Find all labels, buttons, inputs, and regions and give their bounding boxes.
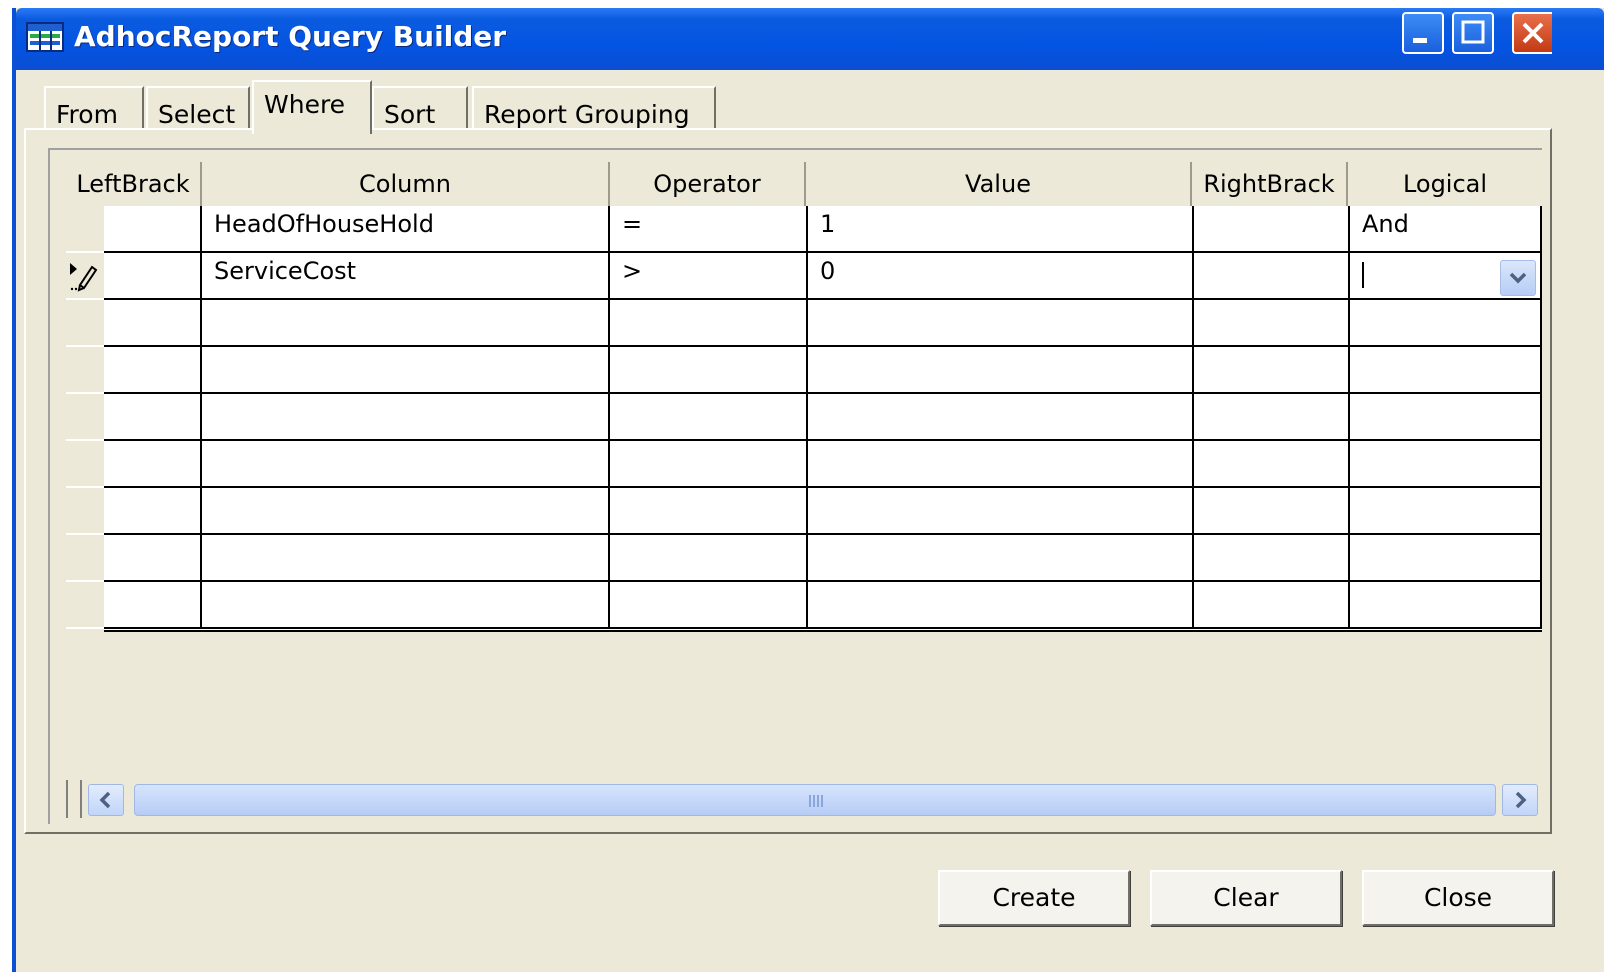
- cell-leftbrack[interactable]: [104, 394, 202, 441]
- cell-value[interactable]: 0: [808, 253, 1194, 300]
- column-header-leftbrack[interactable]: LeftBrack: [66, 162, 202, 206]
- cell-logical[interactable]: And: [1350, 206, 1542, 253]
- scroll-right-button[interactable]: [1502, 784, 1538, 816]
- cell-value[interactable]: 1: [808, 206, 1194, 253]
- cell-rightbrack[interactable]: [1194, 488, 1350, 535]
- maximize-button[interactable]: [1452, 12, 1494, 54]
- horizontal-scrollbar-thumb[interactable]: [134, 784, 1496, 816]
- minimize-icon: [1413, 38, 1427, 43]
- cell-value[interactable]: [808, 300, 1194, 347]
- cell-logical[interactable]: [1350, 300, 1542, 347]
- close-icon: [1522, 22, 1544, 44]
- cell-logical[interactable]: [1350, 347, 1542, 394]
- cell-value[interactable]: [808, 535, 1194, 582]
- cell-column[interactable]: [202, 441, 610, 488]
- cell-logical[interactable]: [1350, 488, 1542, 535]
- tab-where[interactable]: Where: [252, 80, 372, 134]
- pencil-edit-icon: [70, 263, 98, 292]
- cell-operator[interactable]: [610, 441, 808, 488]
- cell-operator[interactable]: =: [610, 206, 808, 253]
- chevron-down-icon: [1509, 272, 1527, 284]
- cell-leftbrack[interactable]: [104, 253, 202, 300]
- row-selector[interactable]: [66, 582, 104, 629]
- scroll-grip: [809, 795, 825, 807]
- cell-rightbrack[interactable]: [1194, 347, 1350, 394]
- grid-table-icon: [26, 22, 64, 52]
- cell-operator[interactable]: >: [610, 253, 808, 300]
- column-header-column[interactable]: Column: [202, 162, 610, 206]
- cell-column[interactable]: ServiceCost: [202, 253, 610, 300]
- cell-column[interactable]: [202, 488, 610, 535]
- minimize-button[interactable]: [1402, 12, 1444, 54]
- cell-value[interactable]: [808, 347, 1194, 394]
- cell-value[interactable]: [808, 488, 1194, 535]
- cell-column[interactable]: [202, 300, 610, 347]
- cell-leftbrack[interactable]: [104, 300, 202, 347]
- cell-operator[interactable]: [610, 394, 808, 441]
- cell-rightbrack[interactable]: [1194, 535, 1350, 582]
- row-selector-current[interactable]: [66, 253, 104, 300]
- tab-report-grouping[interactable]: Report Grouping: [472, 86, 716, 130]
- tab-sort[interactable]: Sort: [372, 86, 468, 130]
- tab-from[interactable]: From: [44, 86, 144, 130]
- cell-rightbrack[interactable]: [1194, 582, 1350, 629]
- cell-column[interactable]: [202, 394, 610, 441]
- cell-operator[interactable]: [610, 347, 808, 394]
- cell-leftbrack[interactable]: [104, 347, 202, 394]
- scroll-left-button[interactable]: [88, 784, 124, 816]
- column-header-value[interactable]: Value: [806, 162, 1192, 206]
- row-selector[interactable]: [66, 488, 104, 535]
- close-button[interactable]: Close: [1362, 870, 1554, 926]
- cell-rightbrack[interactable]: [1194, 441, 1350, 488]
- cell-rightbrack[interactable]: [1194, 300, 1350, 347]
- cell-column[interactable]: [202, 535, 610, 582]
- cell-leftbrack[interactable]: [104, 535, 202, 582]
- cell-column[interactable]: HeadOfHouseHold: [202, 206, 610, 253]
- cell-logical[interactable]: [1350, 394, 1542, 441]
- cell-value[interactable]: [808, 582, 1194, 629]
- cell-leftbrack[interactable]: [104, 488, 202, 535]
- column-header-operator[interactable]: Operator: [610, 162, 806, 206]
- column-header-rightbrack[interactable]: RightBrack: [1192, 162, 1348, 206]
- cell-column[interactable]: [202, 582, 610, 629]
- cell-operator[interactable]: [610, 488, 808, 535]
- row-selector[interactable]: [66, 206, 104, 253]
- cell-operator[interactable]: [610, 582, 808, 629]
- clear-button[interactable]: Clear: [1150, 870, 1342, 926]
- chevron-right-icon: [1515, 791, 1527, 809]
- cell-operator[interactable]: [610, 535, 808, 582]
- cell-leftbrack[interactable]: [104, 582, 202, 629]
- window-close-button[interactable]: [1512, 12, 1552, 54]
- row-selector-column: [66, 206, 106, 632]
- cell-rightbrack[interactable]: [1194, 394, 1350, 441]
- cell-logical[interactable]: [1350, 582, 1542, 629]
- chevron-left-icon: [99, 791, 111, 809]
- window-title: AdhocReport Query Builder: [74, 20, 507, 53]
- cell-logical[interactable]: [1350, 441, 1542, 488]
- text-caret: [1362, 262, 1364, 288]
- grid-body: HeadOfHouseHold = 1 And ServiceCost > 0: [104, 206, 1542, 632]
- cell-operator[interactable]: [610, 300, 808, 347]
- row-selector[interactable]: [66, 535, 104, 582]
- logical-dropdown-button[interactable]: [1500, 260, 1536, 296]
- cell-rightbrack[interactable]: [1194, 253, 1350, 300]
- grid-header: LeftBrack Column Operator Value RightBra…: [66, 162, 1542, 206]
- maximize-icon: [1461, 20, 1485, 44]
- create-button[interactable]: Create: [938, 870, 1130, 926]
- cell-leftbrack[interactable]: [104, 206, 202, 253]
- cell-logical[interactable]: [1350, 535, 1542, 582]
- row-selector[interactable]: [66, 441, 104, 488]
- column-header-logical[interactable]: Logical: [1348, 162, 1542, 206]
- cell-value[interactable]: [808, 441, 1194, 488]
- title-bar[interactable]: AdhocReport Query Builder: [16, 8, 1604, 70]
- row-selector[interactable]: [66, 394, 104, 441]
- scrollbar-edge: [66, 780, 82, 818]
- cell-value[interactable]: [808, 394, 1194, 441]
- cell-leftbrack[interactable]: [104, 441, 202, 488]
- row-selector[interactable]: [66, 300, 104, 347]
- tab-select[interactable]: Select: [146, 86, 250, 130]
- cell-rightbrack[interactable]: [1194, 206, 1350, 253]
- row-selector[interactable]: [66, 347, 104, 394]
- cell-column[interactable]: [202, 347, 610, 394]
